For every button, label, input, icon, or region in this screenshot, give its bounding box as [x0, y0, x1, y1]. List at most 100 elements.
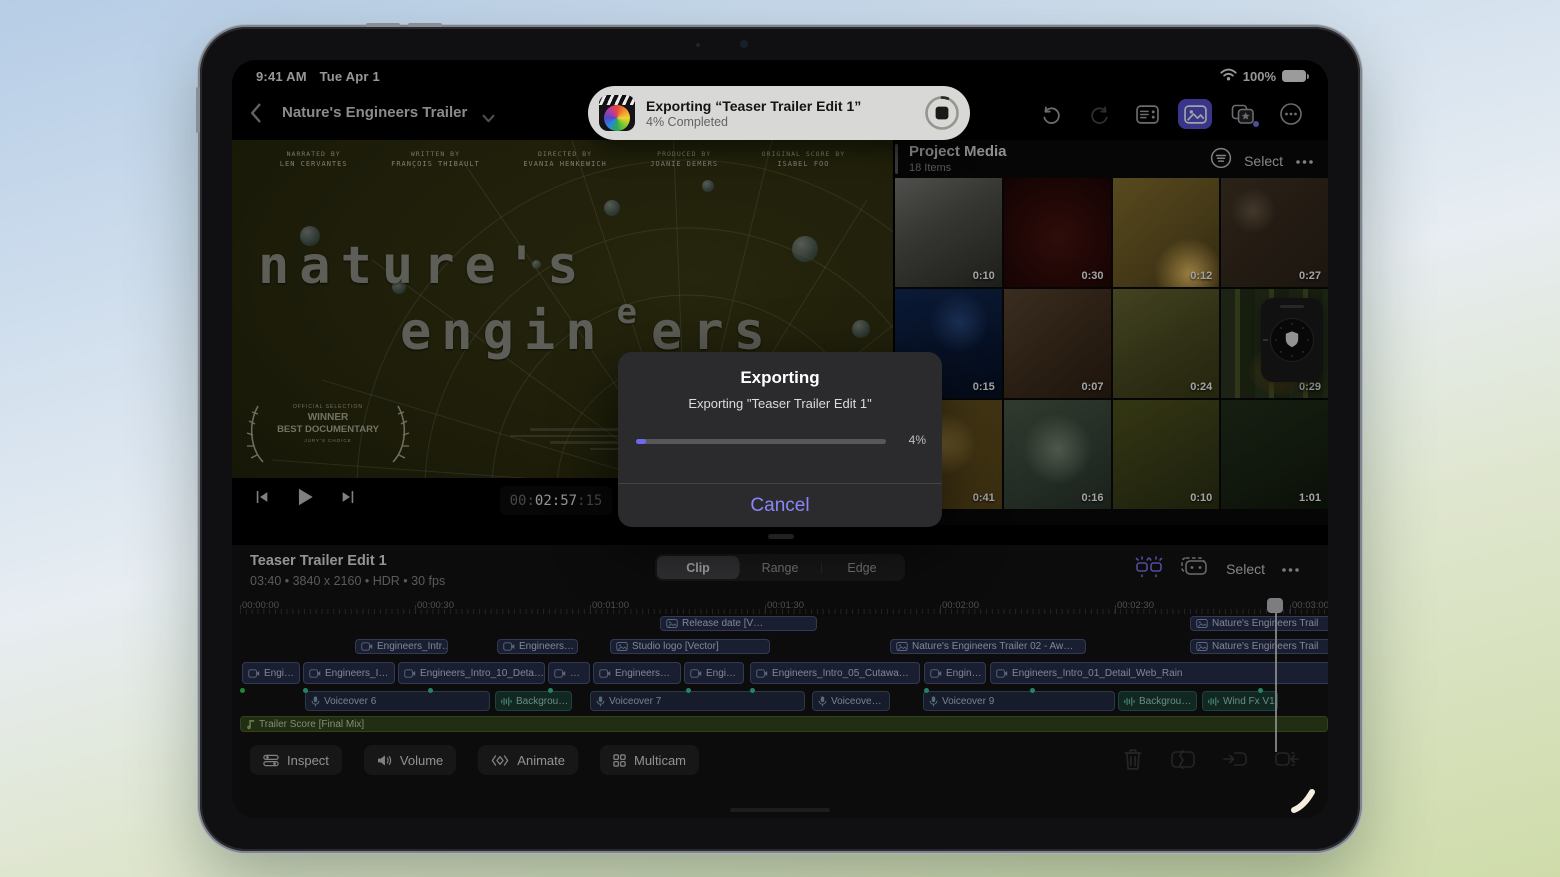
segment-clip[interactable]: Clip [657, 556, 739, 579]
timeline-clip[interactable]: Voiceove… [812, 691, 890, 711]
effects-button[interactable] [1226, 99, 1260, 129]
media-select-button[interactable]: Select [1244, 153, 1283, 169]
timecode-display: 00:02:57:15 [500, 486, 612, 515]
edit-point-dot [750, 688, 755, 693]
export-progress-percent: 4% [909, 433, 926, 447]
media-thumbnail[interactable]: 1:01 [1221, 400, 1328, 509]
play-button[interactable] [294, 486, 316, 513]
animate-button[interactable]: Animate [478, 745, 578, 775]
delete-button[interactable] [1122, 747, 1144, 776]
timeline-clip[interactable]: Engineers_I… [303, 662, 395, 684]
panel-resize-handle[interactable] [768, 534, 794, 539]
timeline-clip[interactable]: Voiceover 9 [923, 691, 1115, 711]
timeline-clip[interactable]: Engin… [924, 662, 986, 684]
clip-duration-badge: 0:10 [1190, 492, 1212, 504]
final-cut-app-icon [599, 95, 635, 131]
timeline-ruler[interactable]: 00:00:0000:00:3000:01:0000:01:3000:02:00… [240, 600, 1328, 614]
segment-range[interactable]: Range [739, 556, 821, 579]
timeline-clip[interactable]: Engi… [684, 662, 744, 684]
more-button[interactable] [1274, 99, 1308, 129]
undo-button[interactable] [1034, 99, 1068, 129]
playhead-line[interactable] [1275, 600, 1277, 752]
media-thumbnail[interactable]: 0:27 [1221, 178, 1328, 287]
clip-duration-badge: 0:24 [1190, 381, 1212, 393]
pencil-cursor [1288, 778, 1326, 814]
clip-image-icon [616, 642, 628, 651]
timeline-clip[interactable]: Backgrou… [495, 691, 572, 711]
dial-control[interactable] [1270, 318, 1314, 362]
timeline-clip[interactable]: Engineers… [593, 662, 681, 684]
credit-name: LEN CERVANTES [280, 160, 348, 168]
filter-button[interactable] [1210, 147, 1232, 174]
overwrite-clip-button[interactable] [1274, 747, 1300, 776]
clip-label: Engineers… [519, 641, 574, 652]
project-title[interactable]: Nature's Engineers Trailer [282, 104, 467, 121]
toolbar-button-label: Multicam [634, 753, 686, 768]
timeline-clip[interactable]: Studio logo [Vector] [610, 639, 770, 654]
multicam-button[interactable]: Multicam [600, 745, 699, 775]
edit-point-dot [1030, 688, 1035, 693]
timeline-clip[interactable]: … [548, 662, 590, 684]
timeline-clip[interactable]: Backgrou… [1118, 691, 1197, 711]
timeline-clip[interactable]: Wind Fx V1 [1202, 691, 1278, 711]
media-thumbnail[interactable]: 0:24 [1113, 289, 1220, 398]
export-status-pill[interactable]: Exporting “Teaser Trailer Edit 1” 4% Com… [588, 86, 970, 140]
insert-clip-button[interactable] [1222, 747, 1248, 776]
media-browser-button[interactable] [1178, 99, 1212, 129]
segment-edge[interactable]: Edge [821, 556, 903, 579]
clip-label: Nature's Engineers Trailer 02 - Aw… [912, 641, 1073, 652]
redo-button[interactable] [1082, 99, 1116, 129]
clip-duration-badge: 0:27 [1299, 270, 1321, 282]
back-button[interactable] [250, 103, 261, 128]
screen: 9:41 AM Tue Apr 1 100% Nature's Engineer… [232, 60, 1328, 818]
clip-wave-icon [501, 697, 512, 706]
media-thumbnail[interactable]: 0:07 [1004, 289, 1111, 398]
clip-label: Engin… [946, 668, 982, 679]
media-thumbnail[interactable]: 0:10 [895, 178, 1002, 287]
timeline-clip[interactable]: Voiceover 6 [305, 691, 490, 711]
timeline-clip[interactable]: Engi… [242, 662, 300, 684]
timeline-clip[interactable]: Voiceover 7 [590, 691, 805, 711]
timeline-clip[interactable]: Release date [V… [660, 616, 817, 631]
edit-point-dot [303, 688, 308, 693]
timeline-clip[interactable]: Nature's Engineers Trail [1190, 616, 1328, 631]
timeline-clip[interactable]: Nature's Engineers Trail [1190, 639, 1328, 654]
timeline-clip[interactable]: Engineers_Intro_10_Deta… [398, 662, 545, 684]
timeline-clip[interactable]: Engineers_Intro_01_Detail_Web_Rain [990, 662, 1328, 684]
select-tool-button[interactable] [1180, 554, 1210, 583]
poster-credits: NARRATED BYLEN CERVANTESWRITTEN BYFRANÇO… [232, 150, 893, 168]
inspector-button[interactable] [1130, 99, 1164, 129]
media-more-button[interactable] [1295, 152, 1314, 170]
inspect-button[interactable]: Inspect [250, 745, 342, 775]
stop-export-button[interactable] [923, 94, 961, 132]
timeline-clip[interactable]: Engineers_Intro_05_Cutawa… [750, 662, 920, 684]
chevron-down-icon[interactable] [482, 110, 495, 128]
shield-icon [1286, 331, 1298, 347]
timeline-clip[interactable]: Engineers_Intr… [355, 639, 448, 654]
front-camera [740, 40, 748, 48]
dew-drop [852, 320, 870, 338]
timeline-more-button[interactable] [1281, 560, 1300, 578]
skip-back-button[interactable] [254, 489, 270, 510]
skip-forward-button[interactable] [340, 489, 356, 510]
edit-point-dot [686, 688, 691, 693]
media-thumbnail[interactable]: 0:10 [1113, 400, 1220, 509]
timeline-select-button[interactable]: Select [1226, 561, 1265, 577]
floating-dial-widget[interactable] [1261, 298, 1323, 382]
timeline-clip[interactable]: Engineers… [497, 639, 578, 654]
volume-button[interactable]: Volume [364, 745, 456, 775]
timeline-clip[interactable]: Nature's Engineers Trailer 02 - Aw… [890, 639, 1086, 654]
blade-button[interactable] [1170, 747, 1196, 776]
clip-image-icon [666, 619, 678, 628]
timeline-clip[interactable]: Trailer Score [Final Mix] [240, 716, 1328, 732]
home-indicator[interactable] [730, 808, 830, 812]
media-thumbnail[interactable]: 0:30 [1004, 178, 1111, 287]
cancel-export-button[interactable]: Cancel [618, 484, 942, 527]
media-thumbnail[interactable]: 0:16 [1004, 400, 1111, 509]
media-thumbnail[interactable]: 0:12 [1113, 178, 1220, 287]
battery-icon [1282, 70, 1306, 82]
widget-drag-handle[interactable] [1280, 305, 1304, 308]
ruler-timecode-label: 00:00:00 [242, 600, 279, 611]
magnetic-timeline-button[interactable] [1134, 554, 1164, 583]
playhead-handle[interactable] [1267, 598, 1283, 613]
